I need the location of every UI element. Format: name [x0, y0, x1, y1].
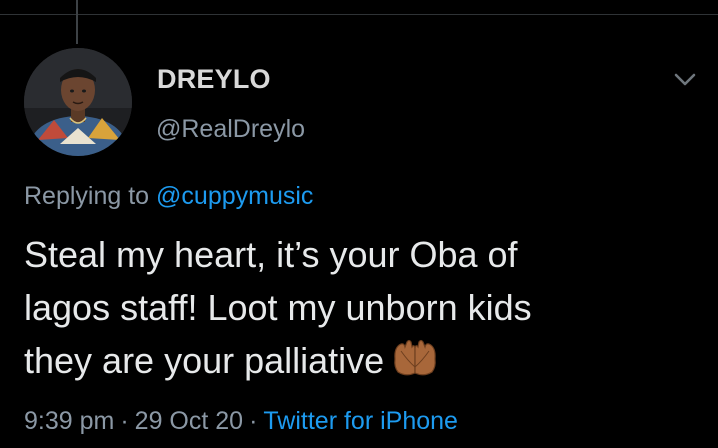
replying-to-line: Replying to @cuppymusic — [24, 182, 313, 211]
meta-separator: · — [249, 407, 258, 435]
tweet-text-line-content: they are your palliative — [24, 340, 385, 381]
meta-separator: · — [120, 407, 129, 435]
chevron-down-icon[interactable] — [670, 64, 700, 94]
palms-up-together-icon — [392, 339, 438, 393]
thread-connector-line — [76, 0, 78, 44]
replying-to-label: Replying to — [24, 182, 150, 210]
tweet-time[interactable]: 9:39 pm — [24, 407, 114, 435]
avatar[interactable] — [24, 48, 132, 156]
author-handle[interactable]: @RealDreylo — [156, 115, 305, 144]
tweet-date[interactable]: 29 Oct 20 — [135, 407, 243, 435]
tweet-text-line: lagos staff! Loot my unborn kids — [24, 287, 532, 328]
tweet-text: Steal my heart, it’s your Oba of lagos s… — [24, 228, 704, 393]
tweet-meta: 9:39 pm · 29 Oct 20 · Twitter for iPhone — [24, 407, 458, 436]
reply-mention-link[interactable]: @cuppymusic — [156, 182, 313, 210]
tweet-text-line: they are your palliative — [24, 334, 704, 393]
top-divider — [0, 14, 718, 15]
avatar-image — [24, 48, 132, 156]
tweet-text-line: Steal my heart, it’s your Oba of — [24, 234, 518, 275]
tweet-source-link[interactable]: Twitter for iPhone — [263, 407, 458, 435]
author-display-name[interactable]: DREYLO — [157, 64, 271, 95]
